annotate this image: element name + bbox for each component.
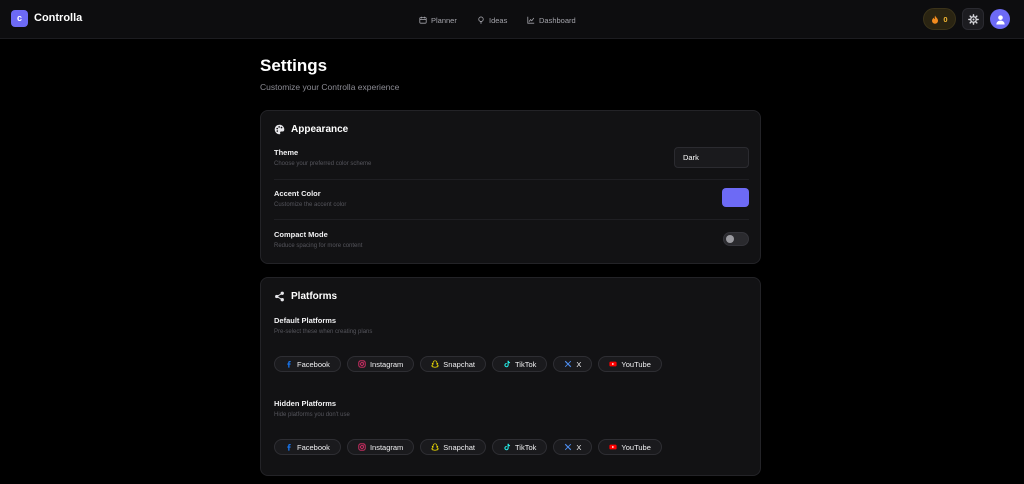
hidden-platforms-description: Hide platforms you don't use — [274, 412, 350, 418]
chip-label: TikTok — [515, 359, 537, 369]
default-platform-facebook[interactable]: Facebook — [274, 356, 341, 372]
default-platforms-list: Facebook Instagram Snapchat TikTok X You… — [274, 356, 662, 372]
theme-select[interactable]: Dark — [674, 147, 749, 168]
nav-ideas-label: Ideas — [489, 15, 508, 25]
divider — [274, 179, 749, 180]
hidden-platform-instagram[interactable]: Instagram — [346, 439, 415, 455]
page-title: Settings — [260, 56, 328, 75]
lightbulb-icon — [478, 16, 484, 24]
platforms-title: Platforms — [291, 291, 338, 302]
compact-mode-label: Compact Mode — [274, 230, 328, 239]
theme-description: Choose your preferred color scheme — [274, 161, 372, 167]
default-platform-instagram[interactable]: Instagram — [346, 356, 415, 372]
nav-planner-label: Planner — [431, 15, 457, 25]
nav-ideas[interactable]: Ideas — [477, 14, 507, 26]
chip-label: X — [576, 359, 582, 369]
calendar-icon — [419, 16, 427, 24]
default-platform-snapchat[interactable]: Snapchat — [420, 356, 486, 372]
appearance-card: Appearance Theme Choose your preferred c… — [260, 110, 761, 264]
x-icon — [565, 443, 572, 451]
divider — [274, 219, 749, 220]
chip-label: TikTok — [515, 442, 537, 452]
instagram-icon — [358, 443, 366, 451]
gear-icon — [967, 13, 979, 25]
default-platforms-label: Default Platforms — [274, 316, 337, 325]
compact-mode-description: Reduce spacing for more content — [274, 243, 363, 249]
tiktok-icon — [504, 443, 511, 451]
chip-label: YouTube — [621, 359, 651, 369]
chip-label: Snapchat — [443, 442, 475, 452]
top-bar: c Controlla Planner Ideas Dashboard 0 — [0, 0, 1024, 39]
user-icon — [995, 14, 1005, 25]
settings-button[interactable] — [962, 8, 984, 30]
chip-label: YouTube — [621, 442, 651, 452]
hidden-platforms-label: Hidden Platforms — [274, 399, 337, 408]
theme-label: Theme — [274, 148, 299, 157]
facebook-icon — [287, 443, 291, 451]
palette-icon — [274, 124, 285, 135]
compact-mode-toggle[interactable] — [723, 232, 749, 246]
chip-label: Instagram — [369, 359, 404, 369]
streak-count: 0 — [943, 14, 948, 24]
appearance-header: Appearance — [274, 124, 348, 135]
accent-color-label: Accent Color — [274, 189, 321, 198]
hidden-platform-youtube[interactable]: YouTube — [598, 439, 662, 455]
chip-label: Facebook — [297, 442, 330, 452]
snapchat-icon — [431, 443, 440, 451]
default-platform-tiktok[interactable]: TikTok — [492, 356, 548, 372]
youtube-icon — [609, 361, 618, 367]
chip-label: Instagram — [369, 442, 404, 452]
streak-badge[interactable]: 0 — [923, 8, 956, 30]
tiktok-icon — [504, 360, 511, 368]
chip-label: Facebook — [297, 359, 330, 369]
avatar[interactable] — [990, 9, 1010, 29]
hidden-platform-snapchat[interactable]: Snapchat — [420, 439, 486, 455]
facebook-icon — [287, 360, 291, 368]
page-subtitle: Customize your Controlla experience — [260, 82, 400, 92]
app-brand[interactable]: Controlla — [34, 12, 82, 24]
x-icon — [565, 360, 572, 368]
default-platform-youtube[interactable]: YouTube — [598, 356, 662, 372]
default-platform-x[interactable]: X — [553, 356, 593, 372]
hidden-platforms-list: Facebook Instagram Snapchat TikTok X You… — [274, 439, 662, 455]
chart-line-icon — [527, 16, 535, 24]
instagram-icon — [358, 360, 366, 368]
default-platforms-description: Pre-select these when creating plans — [274, 329, 373, 335]
accent-color-description: Customize the accent color — [274, 202, 347, 208]
platforms-card: Platforms Default Platforms Pre-select t… — [260, 277, 761, 476]
accent-color-picker[interactable] — [722, 188, 749, 207]
chip-label: Snapchat — [443, 359, 475, 369]
nav-dashboard-label: Dashboard — [539, 15, 576, 25]
chip-label: X — [576, 442, 582, 452]
toggle-knob — [726, 235, 734, 243]
share-icon — [275, 291, 284, 302]
nav-dashboard[interactable]: Dashboard — [527, 14, 576, 26]
flame-icon — [932, 15, 939, 24]
hidden-platform-facebook[interactable]: Facebook — [274, 439, 341, 455]
appearance-title: Appearance — [291, 124, 349, 135]
youtube-icon — [609, 444, 618, 450]
app-logo[interactable]: c — [11, 10, 28, 27]
hidden-platform-tiktok[interactable]: TikTok — [492, 439, 548, 455]
platforms-header: Platforms — [274, 291, 337, 302]
nav-planner[interactable]: Planner — [419, 14, 457, 26]
snapchat-icon — [431, 360, 440, 368]
hidden-platform-x[interactable]: X — [553, 439, 593, 455]
